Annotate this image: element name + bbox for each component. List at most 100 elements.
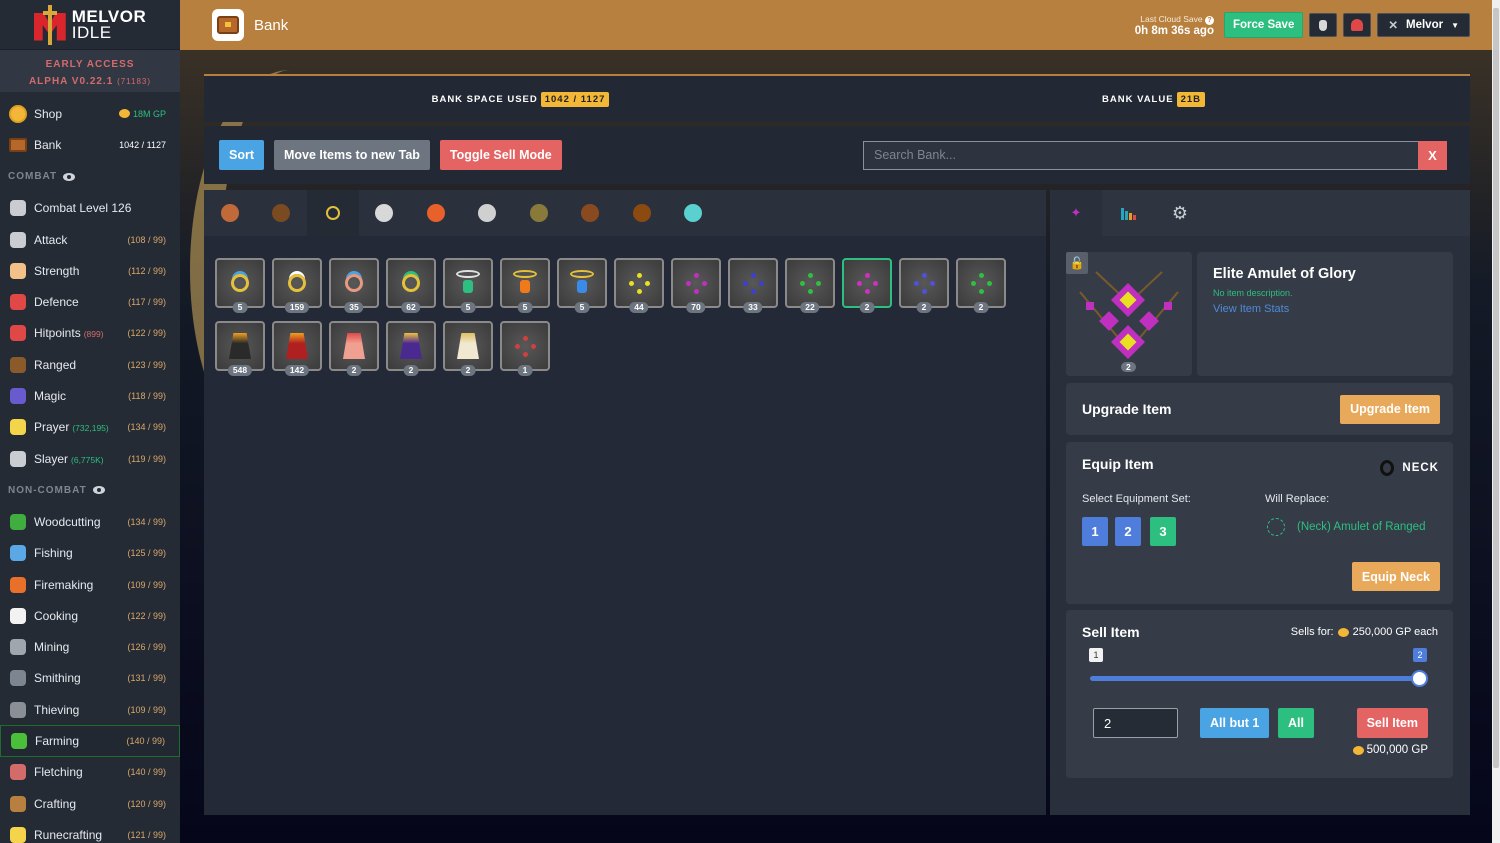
amulet-icon [686, 273, 707, 294]
tab-weapons[interactable] [565, 190, 617, 236]
unlock-icon[interactable]: 🔓 [1066, 252, 1088, 274]
tab-food[interactable] [204, 190, 256, 236]
sell-item-button[interactable]: Sell Item [1356, 708, 1428, 738]
bank-item-amulet-of-glory-green[interactable]: 22 [785, 258, 835, 313]
tab-fish[interactable] [410, 190, 462, 236]
force-save-button[interactable]: Force Save [1223, 12, 1304, 38]
scrollbar-thumb[interactable] [1493, 8, 1499, 768]
tab-ores[interactable] [462, 190, 514, 236]
rune-icon [8, 825, 28, 843]
toggle-sell-mode-button[interactable]: Toggle Sell Mode [439, 140, 562, 170]
tab-logs[interactable] [256, 190, 308, 236]
sidebar-item-runecrafting[interactable]: Runecrafting (121 / 99) [0, 819, 180, 843]
sidebar-item-combat-level-126[interactable]: Combat Level 126 [0, 193, 180, 224]
help-icon[interactable]: ? [1204, 15, 1214, 25]
side-tab-settings[interactable]: ⚙ [1154, 190, 1206, 236]
tab-arrows[interactable] [668, 190, 720, 236]
sidebar-item-firemaking[interactable]: Firemaking (109 / 99) [0, 569, 180, 600]
noncombat-section-header[interactable]: NON-COMBAT [0, 474, 180, 506]
slider-handle[interactable] [1411, 670, 1428, 687]
sidebar-item-defence[interactable]: Defence (117 / 99) [0, 286, 180, 317]
tab-seeds[interactable] [513, 190, 565, 236]
bank-item-necklace-emerald[interactable]: 5 [443, 258, 493, 313]
sidebar-item-slayer[interactable]: Slayer (6,775K) (119 / 99) [0, 443, 180, 474]
tab-jewellery[interactable] [307, 190, 359, 236]
page-scrollbar[interactable] [1492, 0, 1500, 843]
side-tab-item[interactable]: ✦ [1050, 190, 1102, 236]
sell-quantity-slider[interactable] [1090, 676, 1420, 681]
upgrade-title: Upgrade Item [1082, 401, 1172, 417]
tab-leather[interactable] [616, 190, 668, 236]
skill-level: (123 / 99) [127, 359, 166, 370]
bank-item-rainbow-amulet[interactable]: 1 [500, 321, 550, 376]
bank-item-amulet-of-glory-magenta[interactable]: 70 [671, 258, 721, 313]
sidebar-item-strength[interactable]: Strength (112 / 99) [0, 255, 180, 286]
bank-item-amulet-of-glory-yellow[interactable]: 44 [614, 258, 664, 313]
sell-all-button[interactable]: All [1278, 708, 1314, 738]
sidebar-item-magic[interactable]: Magic (118 / 99) [0, 380, 180, 411]
sidebar-item-mining[interactable]: Mining (126 / 99) [0, 631, 180, 662]
equip-neck-button[interactable]: Equip Neck [1351, 562, 1440, 591]
sell-quantity-input[interactable] [1093, 708, 1178, 738]
ring-icon [345, 274, 363, 292]
sidebar-item-smithing[interactable]: Smithing (131 / 99) [0, 663, 180, 694]
eye-icon[interactable] [92, 486, 105, 495]
equipment-set-2-button[interactable]: 2 [1115, 517, 1141, 546]
sidebar-item-attack[interactable]: Attack (108 / 99) [0, 224, 180, 255]
bank-item-cape-white[interactable]: 2 [443, 321, 493, 376]
equipment-set-1-button[interactable]: 1 [1082, 517, 1108, 546]
search-input[interactable] [863, 140, 1418, 170]
user-menu-button[interactable]: ✕ Melvor ▼ [1377, 13, 1470, 37]
sidebar-item-thieving[interactable]: Thieving (109 / 99) [0, 694, 180, 725]
sidebar-item-bank[interactable]: Bank 1042 / 1127 [0, 129, 180, 160]
sidebar-item-hitpoints[interactable]: Hitpoints (899) (122 / 99) [0, 318, 180, 349]
cape-icon [229, 333, 251, 359]
bank-item-elite-amulet-of-glory[interactable]: 2 [842, 258, 892, 313]
sidebar-item-woodcutting[interactable]: Woodcutting (134 / 99) [0, 506, 180, 537]
sidebar-item-shop[interactable]: Shop 18M GP [0, 98, 180, 129]
tab-potions[interactable] [359, 190, 411, 236]
all-but-one-button[interactable]: All but 1 [1200, 708, 1270, 738]
sidebar-item-fishing[interactable]: Fishing (125 / 99) [0, 538, 180, 569]
sidebar-item-label: Magic [34, 389, 67, 404]
sidebar-item-crafting[interactable]: Crafting (120 / 99) [0, 788, 180, 819]
bank-item-ring-diamond[interactable]: 159 [272, 258, 322, 313]
sidebar-item-cooking[interactable]: Cooking (122 / 99) [0, 600, 180, 631]
potion-icon [1319, 19, 1328, 31]
clear-search-button[interactable]: X [1418, 140, 1447, 170]
bank-item-elite-amulet-blue[interactable]: 2 [899, 258, 949, 313]
bank-item-amulet-of-glory-blue[interactable]: 33 [728, 258, 778, 313]
sidebar-item-fletching[interactable]: Fletching (140 / 99) [0, 757, 180, 788]
bank-item-cape-pink[interactable]: 2 [329, 321, 379, 376]
equipment-set-3-button[interactable]: 3 [1150, 517, 1176, 546]
skill-level: (112 / 99) [128, 265, 166, 276]
bank-item-cape-red-gold[interactable]: 142 [272, 321, 322, 376]
upgrade-item-button[interactable]: Upgrade Item [1340, 394, 1440, 424]
bank-panel: 5 159 35 62 5 5 5 44 70 33 22 2 2 2 548 142 2 2 2 1 [204, 190, 1046, 815]
logo-line2: IDLE [71, 22, 112, 42]
bank-item-cape-black-gold[interactable]: 548 [215, 321, 265, 376]
bank-item-elite-amulet-green[interactable]: 2 [956, 258, 1006, 313]
bank-item-cape-purple[interactable]: 2 [386, 321, 436, 376]
version-build: (71183) [117, 77, 152, 86]
bank-item-necklace-topaz[interactable]: 5 [500, 258, 550, 313]
gamemode-button[interactable] [1343, 13, 1372, 37]
bank-item-ring-sapphire[interactable]: 5 [215, 258, 265, 313]
bank-item-ring-emerald[interactable]: 62 [386, 258, 436, 313]
side-tab-stats[interactable] [1102, 190, 1154, 236]
potion-button[interactable] [1309, 13, 1338, 37]
cape-icon [343, 333, 365, 359]
bank-item-necklace-sapphire[interactable]: 5 [557, 258, 607, 313]
sidebar-item-ranged[interactable]: Ranged (123 / 99) [0, 349, 180, 380]
eye-icon[interactable] [63, 172, 76, 181]
section-label: NON-COMBAT [8, 484, 87, 496]
view-item-stats-link[interactable]: View Item Stats [1213, 303, 1437, 315]
move-items-button[interactable]: Move Items to new Tab [274, 140, 430, 170]
sort-button[interactable]: Sort [219, 140, 264, 170]
combat-section-header[interactable]: COMBAT [0, 161, 180, 193]
logo[interactable]: MELVOR IDLE [0, 0, 180, 50]
item-quantity: 5 [460, 302, 476, 313]
sidebar-item-prayer[interactable]: Prayer (732,195) (134 / 99) [0, 412, 180, 443]
bank-item-ring-rose[interactable]: 35 [329, 258, 379, 313]
sidebar-item-farming[interactable]: Farming (140 / 99) [0, 725, 180, 757]
